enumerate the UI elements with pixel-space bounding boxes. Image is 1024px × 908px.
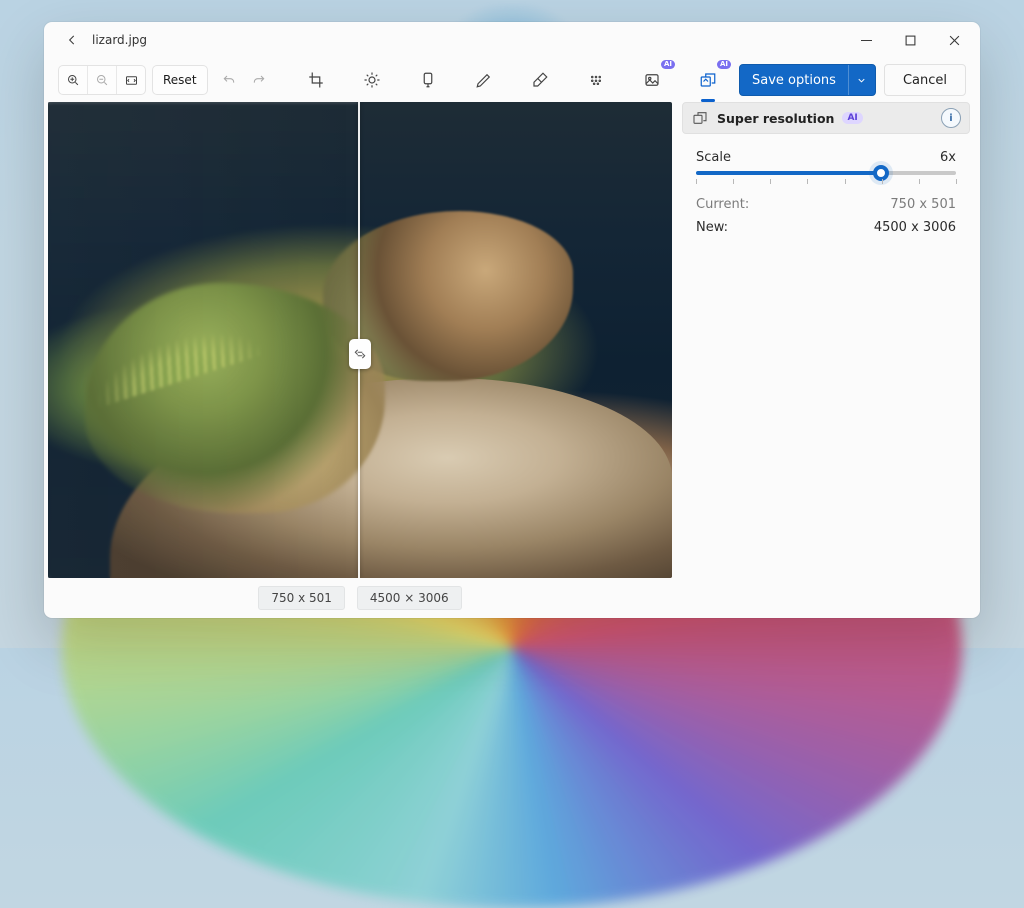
new-label: New:: [696, 220, 728, 235]
window-controls: [844, 22, 976, 58]
compare-original-overlay: [48, 102, 358, 578]
info-button[interactable]: i: [941, 108, 961, 128]
slider-ticks: [696, 179, 956, 187]
save-options-label: Save options: [740, 73, 848, 88]
adjust-tool[interactable]: [357, 64, 387, 96]
main-area: 750 x 501 4500 × 3006 Super resolution A…: [44, 102, 980, 618]
crop-tool[interactable]: [301, 64, 331, 96]
toolbar-actions: Save options Cancel: [739, 64, 966, 96]
save-options-dropdown[interactable]: [848, 65, 875, 95]
redo-button[interactable]: [244, 65, 274, 95]
current-label: Current:: [696, 197, 749, 212]
super-resolution-icon: [691, 109, 709, 127]
fit-button[interactable]: [117, 66, 145, 94]
remove-background-tool[interactable]: AI: [637, 64, 667, 96]
canvas-footer: 750 x 501 4500 × 3006: [48, 578, 672, 612]
reset-label: Reset: [163, 73, 197, 87]
minimize-button[interactable]: [844, 22, 888, 58]
panel-header: Super resolution AI i: [682, 102, 970, 134]
super-resolution-tool[interactable]: AI: [693, 64, 723, 96]
file-title: lizard.jpg: [92, 33, 147, 47]
toolbar: Reset: [44, 58, 980, 102]
ai-badge-icon: AI: [717, 60, 731, 69]
cancel-button[interactable]: Cancel: [884, 64, 966, 96]
original-dimensions: 750 x 501: [258, 586, 345, 610]
zoom-in-button[interactable]: [59, 66, 88, 94]
panel-title: Super resolution: [717, 111, 834, 126]
canvas-area: 750 x 501 4500 × 3006: [44, 102, 672, 612]
save-options-button[interactable]: Save options: [739, 64, 876, 96]
history-group: [214, 65, 274, 95]
titlebar: lizard.jpg: [44, 22, 980, 58]
new-value: 4500 x 3006: [874, 220, 956, 235]
reset-button[interactable]: Reset: [152, 65, 208, 95]
close-button[interactable]: [932, 22, 976, 58]
markup-tool[interactable]: [469, 64, 499, 96]
upscaled-dimensions: 4500 × 3006: [357, 586, 462, 610]
back-button[interactable]: [58, 26, 86, 54]
panel-body: Scale 6x Current: 750 x 501 New: 4500 x …: [682, 134, 970, 241]
app-window: lizard.jpg Reset: [44, 22, 980, 618]
current-value: 750 x 501: [890, 197, 956, 212]
side-panel: Super resolution AI i Scale 6x Current:: [682, 102, 970, 612]
undo-button[interactable]: [214, 65, 244, 95]
ai-pill: AI: [842, 112, 862, 124]
tool-tabs: AI AI: [301, 64, 723, 96]
image-canvas[interactable]: [48, 102, 672, 578]
slider-track: [696, 171, 956, 175]
scale-label: Scale: [696, 150, 731, 165]
zoom-out-button[interactable]: [88, 66, 117, 94]
cancel-label: Cancel: [903, 73, 947, 88]
filter-tool[interactable]: [413, 64, 443, 96]
zoom-group: [58, 65, 146, 95]
maximize-button[interactable]: [888, 22, 932, 58]
scale-slider[interactable]: [696, 171, 956, 187]
scale-value: 6x: [940, 150, 956, 165]
compare-handle[interactable]: [349, 339, 371, 369]
blur-tool[interactable]: [581, 64, 611, 96]
erase-tool[interactable]: [525, 64, 555, 96]
ai-badge-icon: AI: [661, 60, 675, 69]
